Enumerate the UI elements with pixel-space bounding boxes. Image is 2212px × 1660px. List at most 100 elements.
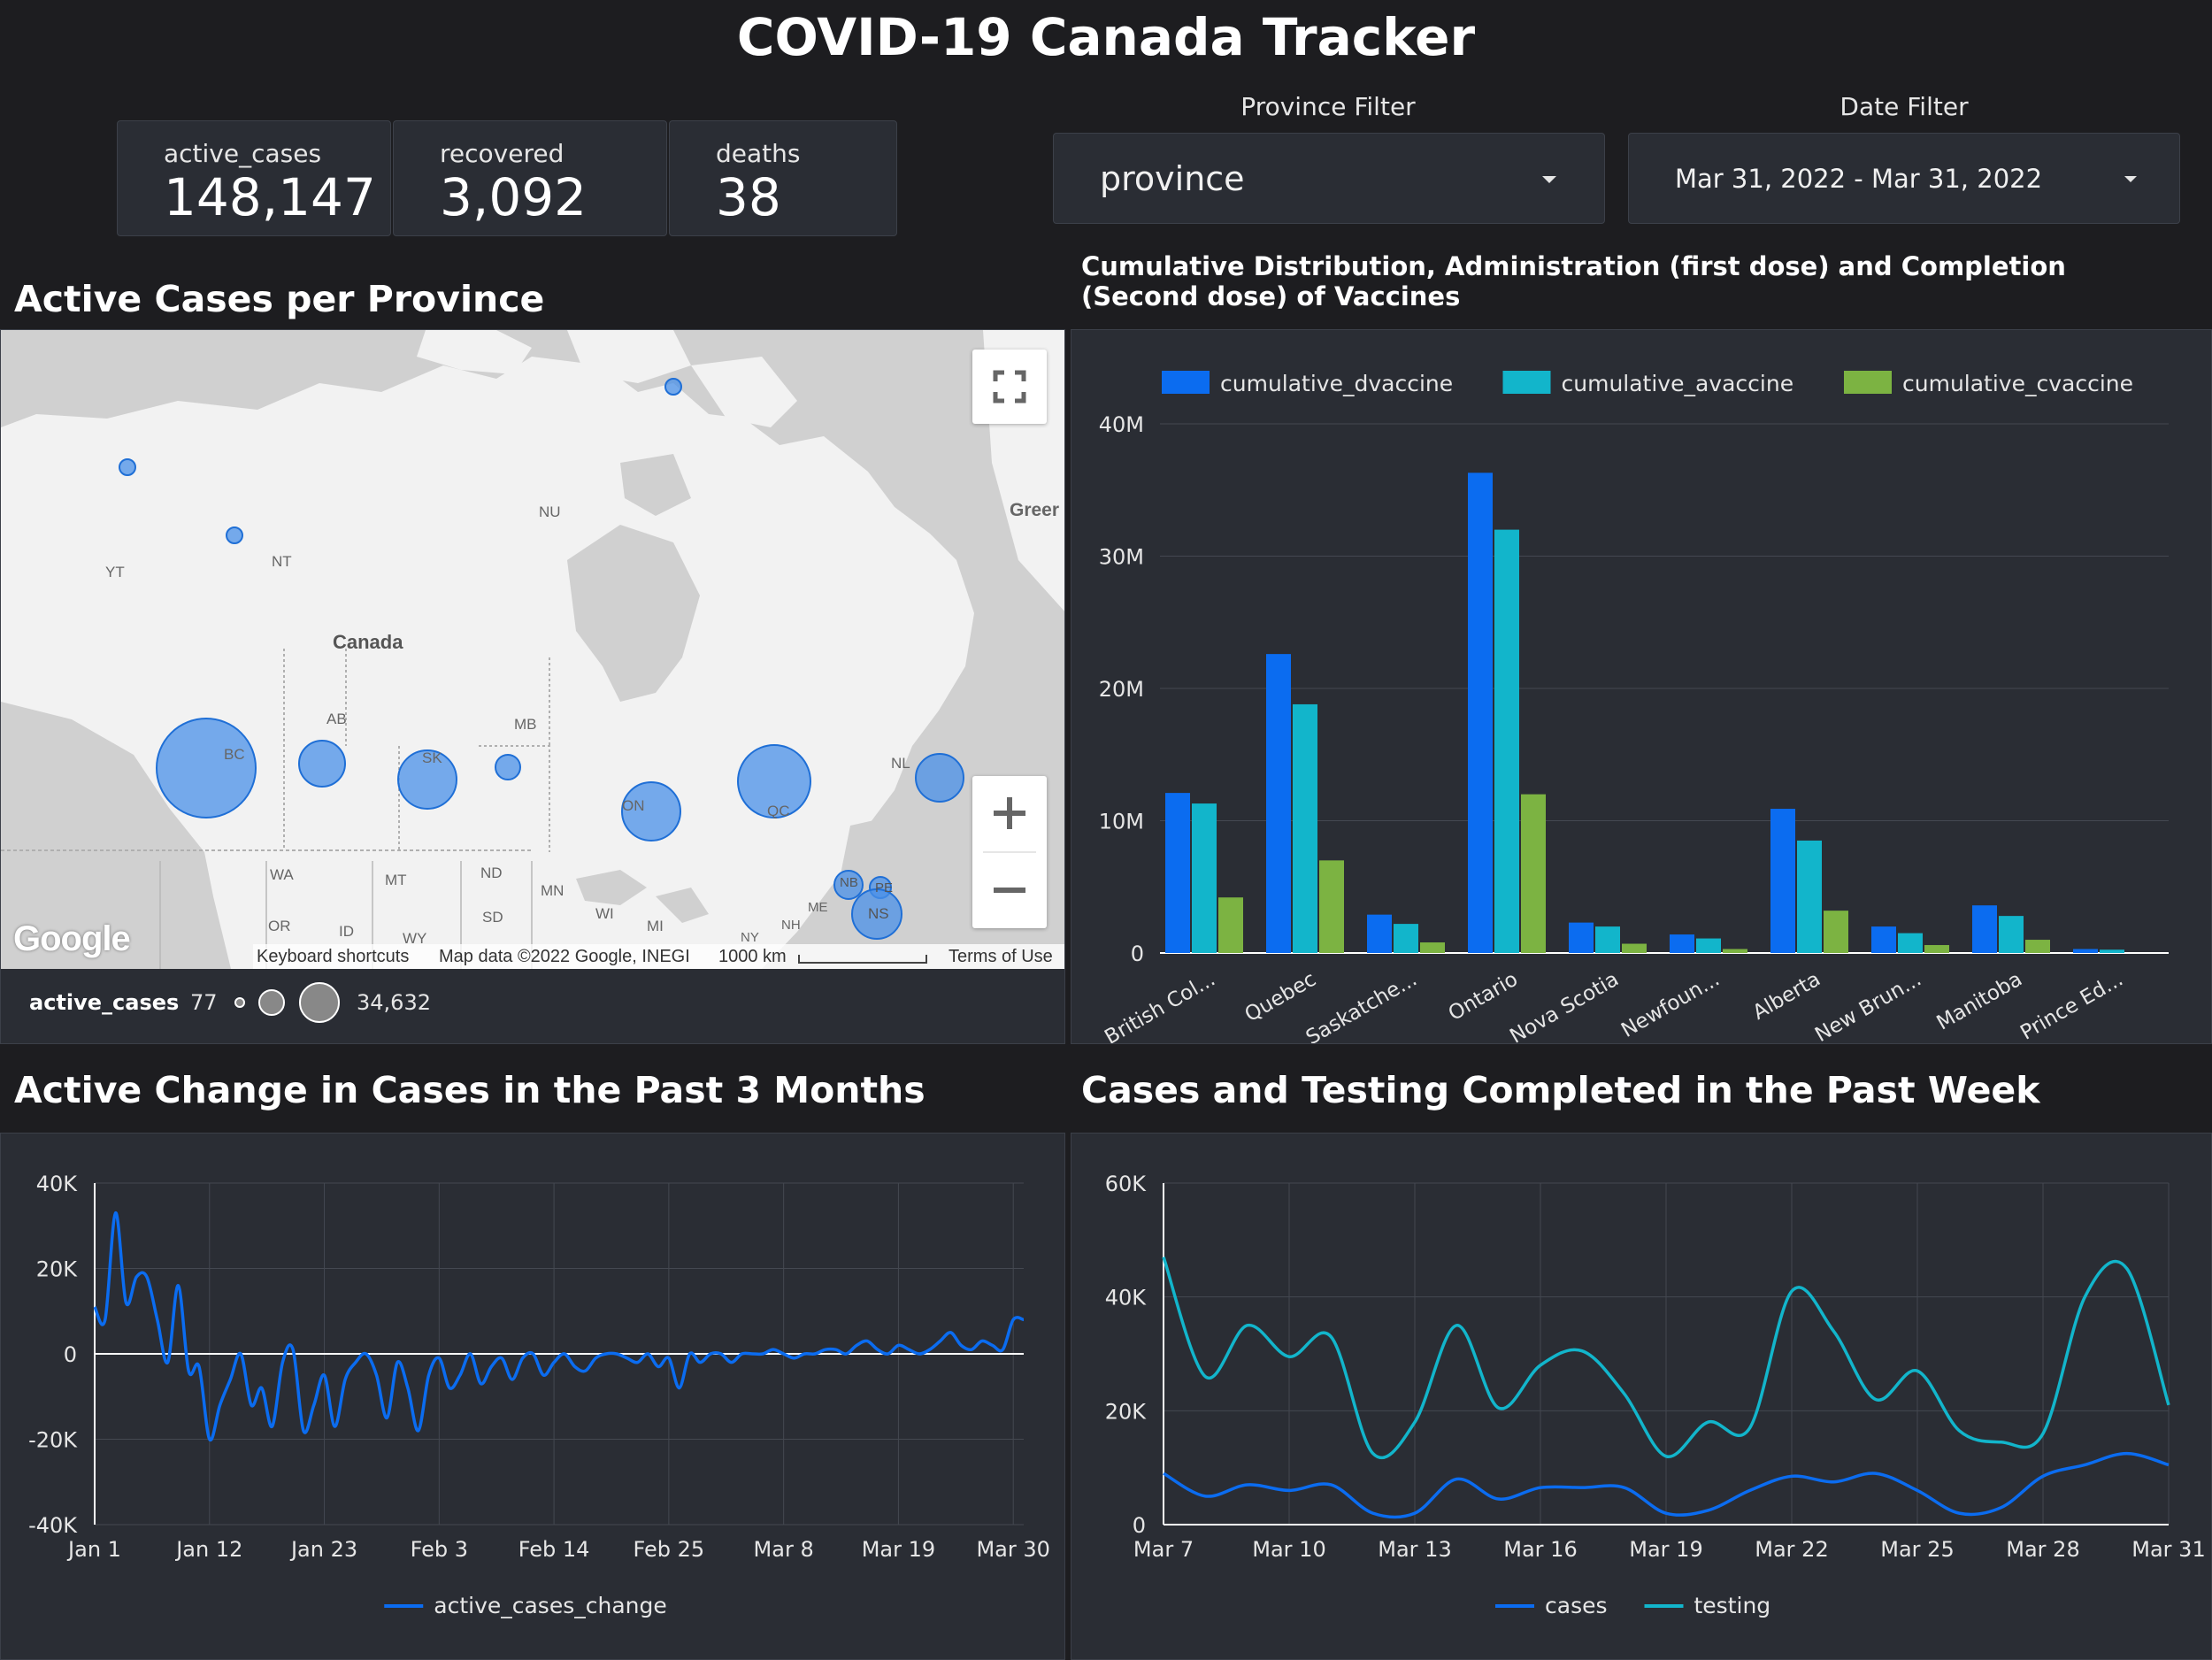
bar [1494, 529, 1519, 953]
kpi-label: deaths [716, 139, 801, 168]
active-change-chart-panel: 40K 20K 0 -20K -40K Jan 1 Jan 12 Jan 23 Feb 3 Feb… [0, 1133, 1065, 1660]
bar [1898, 933, 1923, 953]
bar [1165, 793, 1190, 953]
x-tick-label: Mar 7 [1133, 1537, 1194, 1562]
bar [1670, 934, 1694, 953]
x-tick-label: Jan 23 [289, 1537, 357, 1562]
bar [1824, 911, 1848, 953]
legend-label: cumulative_avaccine [1562, 371, 1794, 396]
map-canvas[interactable]: Canada NU NT YT Greer BC AB SK MB ON QC … [1, 330, 1064, 969]
date-filter-value: Mar 31, 2022 - Mar 31, 2022 [1675, 164, 2043, 194]
kpi-value: 38 [716, 167, 781, 227]
map-label-greenland: Greer [1010, 500, 1060, 520]
y-tick-label: 0 [1133, 1513, 1146, 1538]
legend-label: active_cases_change [434, 1593, 667, 1618]
y-tick-label: 0 [1131, 941, 1144, 966]
map-label-bc: BC [224, 746, 245, 763]
kpi-deaths: deaths 38 [669, 120, 897, 236]
y-tick-label: -40K [28, 1513, 78, 1538]
map-label-id: ID [339, 923, 354, 940]
y-tick-label: 40K [36, 1172, 79, 1196]
province-filter-value: province [1100, 159, 1245, 198]
y-tick-label: 0 [64, 1342, 77, 1367]
fullscreen-button[interactable] [972, 350, 1047, 424]
x-tick-label: British Col... [1101, 968, 1219, 1043]
bar [1999, 916, 2024, 953]
map-label-nb: NB [840, 875, 858, 890]
x-tick-label: Mar 13 [1378, 1537, 1451, 1562]
map-label-nh: NH [781, 918, 801, 933]
map-data-attribution: Map data ©2022 Google, INEGI [439, 947, 690, 966]
bar [2025, 940, 2050, 953]
legend-label: testing [1694, 1593, 1771, 1618]
terms-of-use-link[interactable]: Terms of Use [949, 947, 1053, 967]
map-size-legend: active_cases 77 34,632 [1, 969, 1064, 1043]
bar [1218, 897, 1243, 953]
province-filter-label: Province Filter [1240, 92, 1416, 121]
zoom-in-button[interactable] [972, 776, 1047, 851]
x-tick-label: Mar 19 [862, 1537, 935, 1562]
map-label-nd: ND [480, 865, 503, 881]
map-label-mb: MB [514, 716, 537, 733]
x-tick-label: Feb 3 [411, 1537, 468, 1562]
date-filter-dropdown[interactable]: Mar 31, 2022 - Mar 31, 2022 [1628, 133, 2180, 224]
cases-testing-chart-panel: 60K 40K 20K 0 Mar 7 Mar 10 Mar 13 Mar 16 Mar 19 M… [1071, 1133, 2212, 1660]
bar [1696, 938, 1721, 953]
x-tick-label: Mar 28 [2006, 1537, 2079, 1562]
x-tick-label: Mar 16 [1503, 1537, 1577, 1562]
y-tick-label: 40M [1099, 412, 1144, 437]
cases-testing-line-chart: 60K 40K 20K 0Mar 7 Mar 10 Mar 13 Mar 16 Mar 19 M… [1105, 1172, 2206, 1618]
map-label-sk: SK [422, 749, 442, 766]
bar [1319, 860, 1344, 953]
map-label-wa: WA [270, 866, 294, 883]
map-label-wi: WI [595, 905, 614, 922]
vaccine-chart-panel: 40M 30M 20M 10M 0 cumulative_dvaccine cumulati… [1071, 329, 2212, 1049]
map-label-on: ON [622, 797, 645, 814]
map-label-mn: MN [541, 882, 565, 899]
map-label-canada: Canada [333, 631, 403, 653]
province-filter-dropdown[interactable]: province [1053, 133, 1605, 224]
bar [1420, 942, 1445, 953]
bar [1924, 945, 1949, 953]
map-label-nt: NT [272, 553, 292, 570]
kpi-active-cases: active_cases 148,147 [117, 120, 391, 236]
x-tick-label: Prince Ed... [2016, 968, 2127, 1043]
y-tick-label: 60K [1105, 1172, 1148, 1196]
y-tick-label: 20K [36, 1257, 79, 1282]
map-label-ns: NS [868, 905, 889, 922]
chevron-down-icon [2124, 176, 2137, 182]
keyboard-shortcuts-link[interactable]: Keyboard shortcuts [257, 947, 409, 967]
bar [1723, 949, 1747, 953]
active-change-line-chart: 40K 20K 0 -20K -40KJan 1 Jan 12 Jan 23 Feb 3 Feb… [28, 1172, 1050, 1618]
x-tick-label: Feb 25 [634, 1537, 705, 1562]
legend-max-value: 34,632 [357, 990, 431, 1015]
map-label-qc: QC [767, 803, 790, 819]
x-tick-label: Mar 10 [1252, 1537, 1325, 1562]
y-tick-label: 20M [1099, 677, 1144, 702]
kpi-label: recovered [440, 139, 565, 168]
bar [1521, 794, 1546, 953]
series-line [93, 1211, 1025, 1442]
map-label-ny: NY [741, 930, 759, 945]
bar [1770, 809, 1795, 953]
zoom-out-button[interactable] [972, 853, 1047, 928]
map-label-me: ME [808, 900, 828, 915]
x-tick-label: Mar 30 [976, 1537, 1049, 1562]
map-section-title: Active Cases per Province [14, 278, 545, 320]
kpi-value: 3,092 [440, 167, 588, 227]
x-tick-label: Mar 8 [754, 1537, 814, 1562]
x-tick-label: Mar 31 [2131, 1537, 2205, 1562]
kpi-label: active_cases [164, 139, 322, 168]
bar [1972, 905, 1997, 953]
map-label-nu: NU [539, 503, 561, 520]
cases-testing-section-title: Cases and Testing Completed in the Past … [1081, 1069, 2040, 1111]
x-tick-label: Mar 22 [1755, 1537, 1828, 1562]
bar [1394, 924, 1418, 953]
bar [1569, 922, 1594, 953]
map-label-ab: AB [326, 711, 347, 727]
legend-swatch [1162, 371, 1210, 394]
x-tick-label: Jan 1 [66, 1537, 121, 1562]
minus-icon [994, 888, 1025, 893]
fullscreen-icon [993, 370, 1026, 403]
legend-label: cumulative_cvaccine [1902, 371, 2133, 396]
